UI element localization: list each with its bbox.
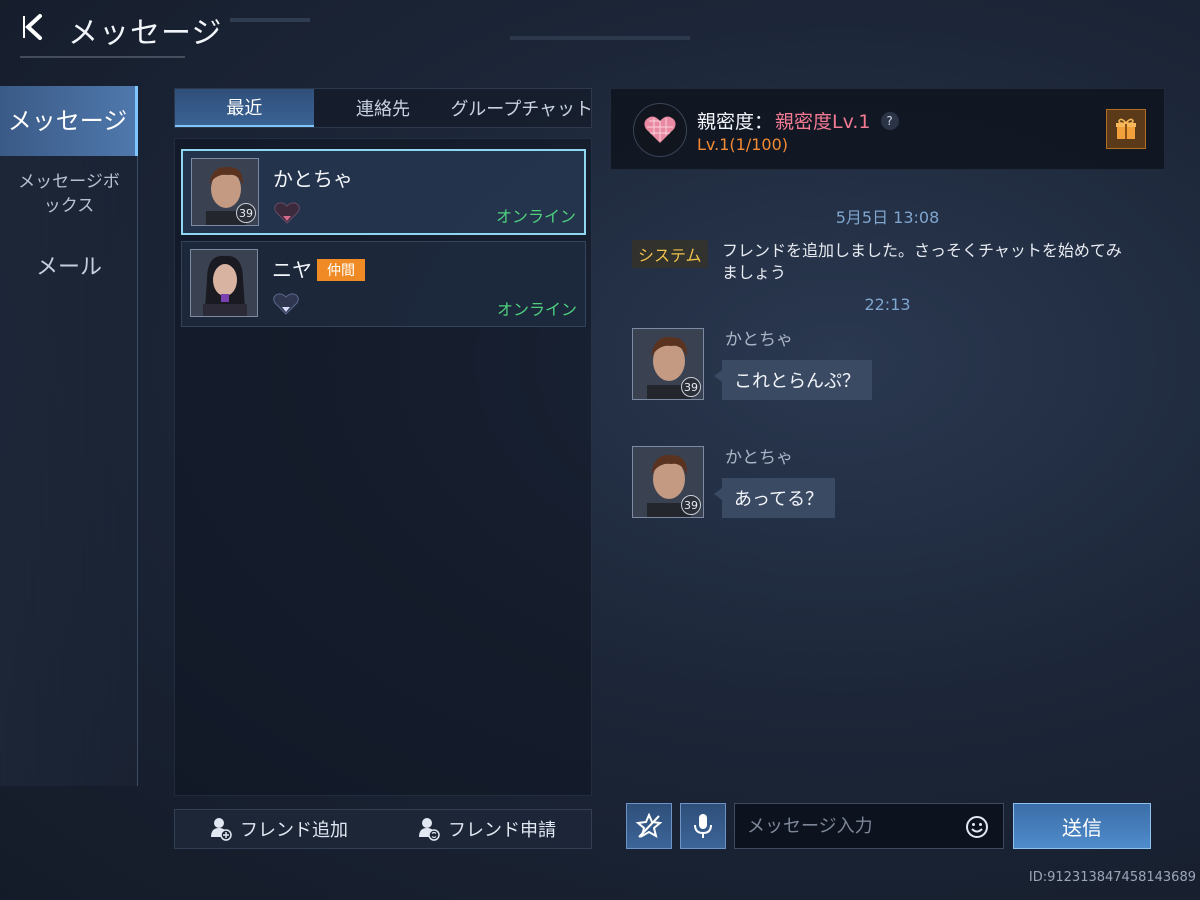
title-underline (20, 56, 185, 58)
contact-item[interactable]: 39 かとちゃ オンライン (181, 149, 586, 235)
chat-timestamp: 5月5日 13:08 (835, 208, 940, 227)
message-bubble[interactable]: これとらんぷ？ (714, 360, 872, 400)
gift-icon (1116, 118, 1136, 139)
sticker-icon (635, 813, 663, 839)
microphone-icon (694, 814, 712, 838)
friend-request-button[interactable]: フレンド申請 (383, 810, 591, 848)
contact-name: かとちゃ (273, 167, 353, 191)
message-input-container (734, 803, 1004, 849)
avatar[interactable]: 39 (632, 328, 704, 400)
page-title: メッセージ (68, 16, 223, 51)
header-decoration (230, 18, 310, 22)
avatar: 39 (191, 158, 259, 226)
level-badge: 39 (681, 495, 701, 515)
user-id: ID:912313847458143689 (1028, 870, 1196, 885)
intimacy-panel: 親密度： 親密度Lv.1 ? Lv.1(1/100) (610, 88, 1165, 170)
friend-request-label: フレンド申請 (448, 820, 556, 841)
system-tag: システム (632, 240, 708, 268)
heart-icon (273, 201, 301, 229)
tab-recent[interactable]: 最近 (175, 89, 314, 127)
header: メッセージ (0, 0, 1200, 60)
add-friend-icon (211, 818, 232, 841)
tab-group-chat[interactable]: グループチャット (452, 89, 591, 127)
female-avatar-icon (191, 250, 257, 316)
level-badge: 39 (681, 377, 701, 397)
intimacy-row: 親密度： 親密度Lv.1 ? (697, 107, 899, 134)
intimacy-progress: Lv.1(1/100) (697, 135, 788, 154)
add-friend-button[interactable]: フレンド追加 (175, 810, 383, 848)
contact-item[interactable]: ニヤ 仲間 オンライン (181, 241, 586, 327)
message-bubble[interactable]: あってる？ (713, 478, 836, 518)
sidebar-item-message-box-label: メッセージボックス (18, 172, 120, 216)
sidebar-item-message[interactable]: メッセージ (0, 86, 138, 156)
voice-button[interactable] (680, 803, 726, 849)
back-button[interactable] (18, 10, 50, 44)
contact-list: 39 かとちゃ オンライン ニヤ 仲間 オンライン (174, 138, 592, 796)
chat-time: 22:13 (864, 295, 911, 314)
chat-message: 39 かとちゃ これとらんぷ？ (630, 328, 1150, 408)
send-button[interactable]: 送信 (1013, 803, 1151, 849)
intimacy-level: 親密度Lv.1 (775, 111, 871, 133)
chat-timestamp: 22:13 (610, 295, 1165, 314)
message-input[interactable] (735, 804, 957, 848)
intimacy-heart-icon (633, 103, 687, 157)
gift-button[interactable] (1106, 109, 1146, 149)
add-friend-label: フレンド追加 (240, 820, 348, 841)
contact-tabs: 最近 連絡先 グループチャット (174, 88, 592, 128)
help-icon[interactable]: ? (880, 111, 899, 130)
header-decoration-2 (510, 36, 690, 40)
online-status: オンライン (496, 300, 577, 319)
sidebar-item-mail[interactable]: メール (0, 246, 138, 296)
sender-name: かとちゃ (725, 330, 793, 350)
intimacy-label: 親密度： (697, 111, 774, 133)
friend-request-icon (419, 818, 440, 841)
back-arrow-icon (23, 14, 42, 40)
contact-name: ニヤ (272, 258, 312, 282)
sender-name: かとちゃ (725, 448, 793, 468)
companion-tag: 仲間 (317, 259, 365, 281)
tab-contacts[interactable]: 連絡先 (314, 89, 453, 127)
chat-area: 5月5日 13:08 システム フレンドを追加しました。さっそくチャットを始めて… (610, 180, 1165, 790)
system-message: フレンドを追加しました。さっそくチャットを始めてみましょう (722, 241, 1122, 282)
avatar[interactable]: 39 (632, 446, 704, 518)
sidebar: メッセージ メッセージボックス メール (0, 86, 138, 786)
emoji-icon[interactable] (965, 815, 989, 839)
chat-message: 39 かとちゃ あってる？ (630, 446, 1150, 526)
friend-actions: フレンド追加 フレンド申請 (174, 809, 592, 849)
level-badge: 39 (236, 203, 256, 223)
online-status: オンライン (495, 207, 576, 226)
heart-icon (272, 292, 300, 320)
sidebar-item-message-box[interactable]: メッセージボックス (0, 156, 138, 246)
avatar (190, 249, 258, 317)
sticker-button[interactable] (626, 803, 672, 849)
